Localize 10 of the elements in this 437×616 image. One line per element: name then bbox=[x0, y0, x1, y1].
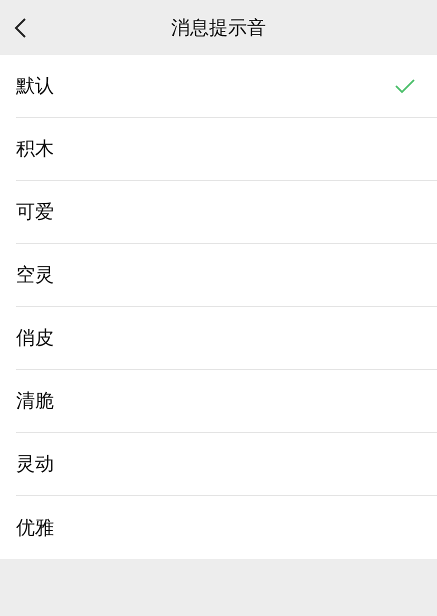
tone-option[interactable]: 清脆 bbox=[16, 370, 437, 433]
tone-option[interactable]: 灵动 bbox=[16, 433, 437, 496]
tone-option[interactable]: 默认 bbox=[16, 55, 437, 118]
tone-option[interactable]: 俏皮 bbox=[16, 307, 437, 370]
page-title: 消息提示音 bbox=[171, 16, 266, 40]
tone-option[interactable]: 可爱 bbox=[16, 181, 437, 244]
tone-option[interactable]: 积木 bbox=[16, 118, 437, 181]
tone-option[interactable]: 空灵 bbox=[16, 244, 437, 307]
back-icon[interactable] bbox=[13, 17, 27, 39]
tone-option[interactable]: 优雅 bbox=[16, 496, 437, 559]
